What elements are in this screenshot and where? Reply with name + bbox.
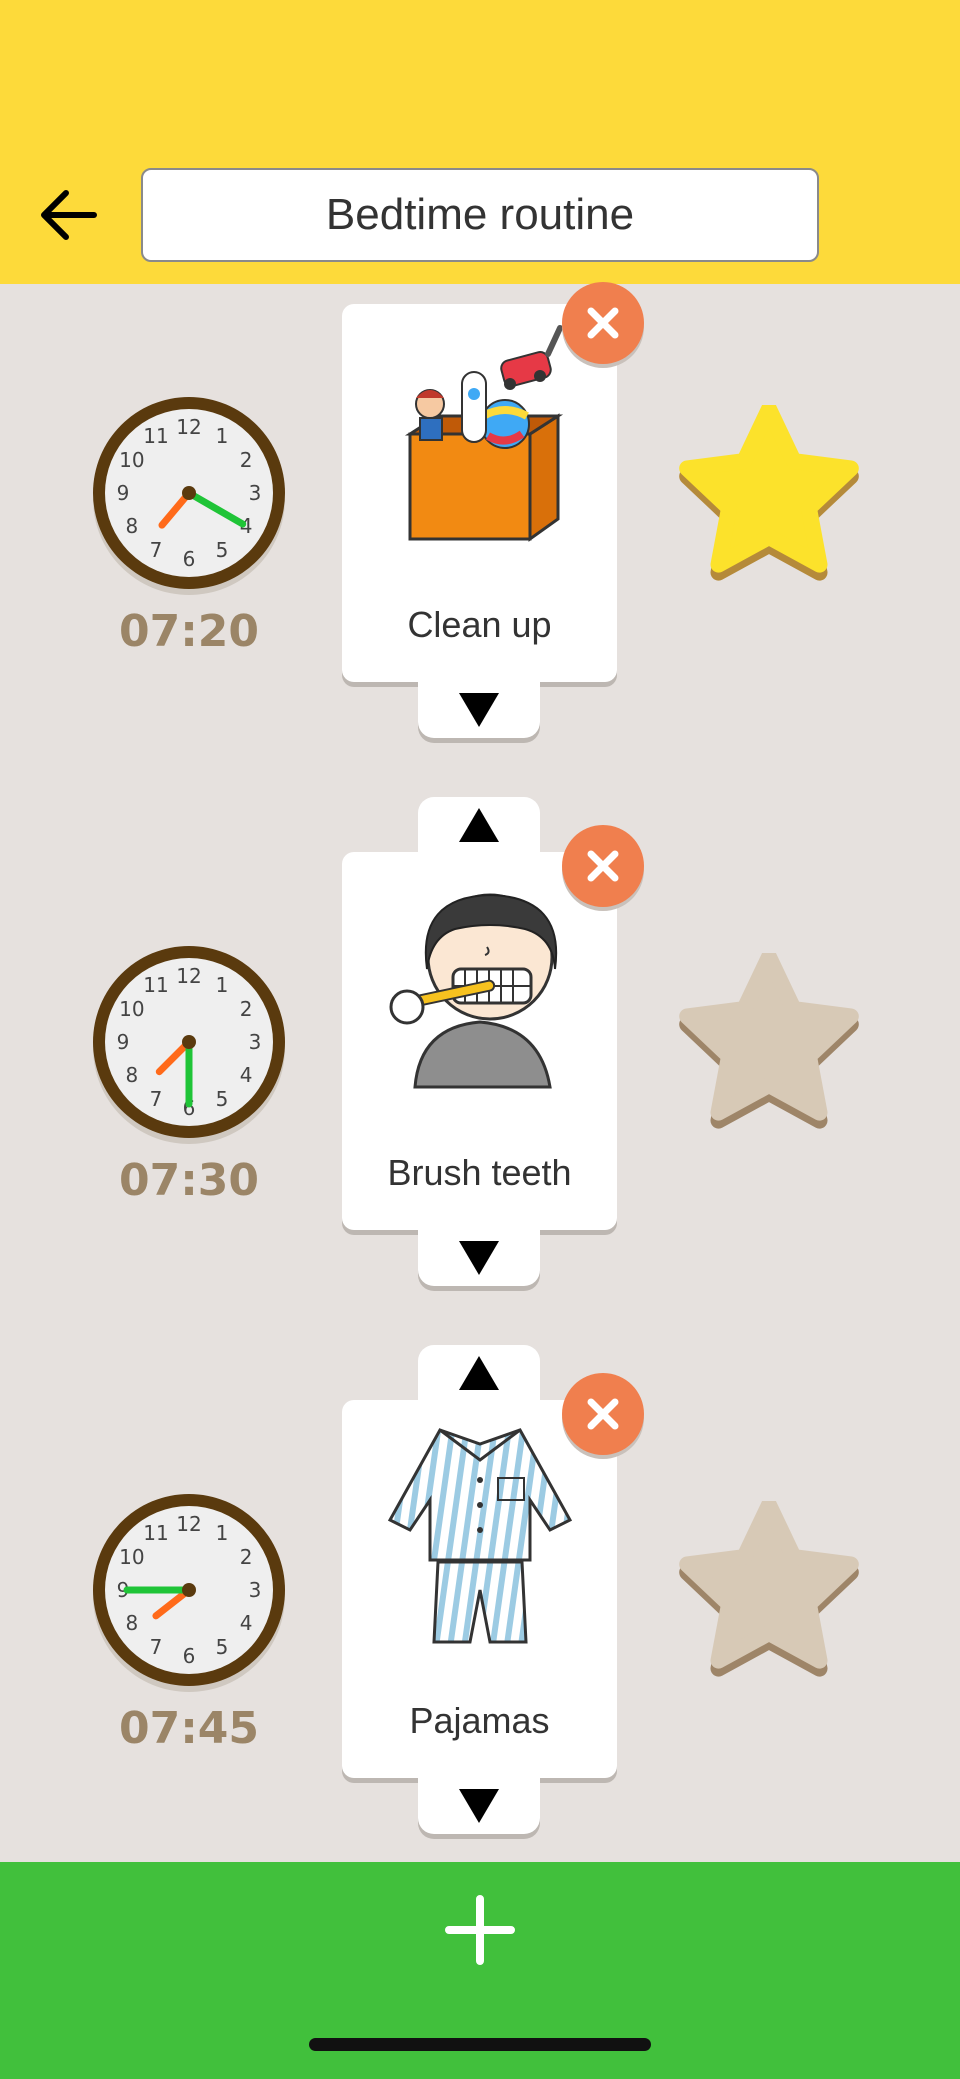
routine-item: 1 2 3 4 5 6 7 8 9 10 11 12 07:30 Brush teeth [0, 793, 960, 1286]
svg-text:7: 7 [150, 538, 163, 562]
svg-text:11: 11 [143, 424, 168, 448]
task-card[interactable]: Pajamas [342, 1400, 617, 1778]
task-label: Pajamas [409, 1700, 550, 1741]
triangle-down-icon [459, 1241, 499, 1275]
header-bar: Bedtime routine [0, 0, 960, 284]
svg-text:8: 8 [125, 1611, 138, 1635]
svg-text:12: 12 [176, 964, 201, 988]
svg-text:10: 10 [119, 448, 144, 472]
task-label: Clean up [407, 604, 552, 645]
clock-icon: 1234567891011 12 [93, 397, 285, 595]
star-icon[interactable] [678, 953, 860, 1135]
svg-text:2: 2 [240, 448, 253, 472]
svg-text:7: 7 [150, 1635, 163, 1659]
svg-text:2: 2 [240, 1545, 253, 1569]
close-icon [587, 850, 619, 882]
svg-text:11: 11 [143, 1521, 168, 1545]
svg-text:8: 8 [125, 514, 138, 538]
svg-text:1: 1 [216, 973, 229, 997]
svg-text:2: 2 [240, 997, 253, 1021]
move-up-button[interactable] [418, 797, 540, 853]
svg-text:9: 9 [117, 481, 130, 505]
remove-task-button[interactable] [562, 825, 644, 907]
star-icon[interactable] [678, 405, 860, 587]
svg-text:3: 3 [249, 481, 262, 505]
remove-task-button[interactable] [562, 282, 644, 364]
move-down-button[interactable] [418, 1230, 540, 1286]
home-indicator [309, 2038, 651, 2051]
svg-text:10: 10 [119, 997, 144, 1021]
move-up-button[interactable] [418, 1345, 540, 1401]
svg-text:4: 4 [240, 1063, 253, 1087]
svg-text:8: 8 [125, 1063, 138, 1087]
remove-task-button[interactable] [562, 1373, 644, 1455]
routine-item: 1 2 3 4 5 6 7 8 9 10 11 12 07:20 Clean u… [0, 282, 960, 738]
task-label: Brush teeth [387, 1152, 572, 1193]
svg-text:3: 3 [249, 1030, 262, 1054]
back-button[interactable] [28, 175, 108, 255]
close-icon [587, 307, 619, 339]
clock-icon: 1234567891011 12 [93, 1494, 285, 1692]
svg-text:1: 1 [216, 1521, 229, 1545]
svg-text:4: 4 [240, 1611, 253, 1635]
time-label: 07:20 [118, 606, 260, 657]
svg-text:7: 7 [150, 1087, 163, 1111]
svg-text:3: 3 [249, 1578, 262, 1602]
svg-text:6: 6 [183, 1644, 196, 1668]
arrow-left-icon [41, 190, 97, 240]
time-label: 07:45 [118, 1703, 260, 1754]
triangle-up-icon [459, 808, 499, 842]
clock-icon: 1234567891011 12 [93, 946, 285, 1144]
svg-text:11: 11 [143, 973, 168, 997]
svg-text:5: 5 [216, 538, 229, 562]
svg-text:12: 12 [176, 1512, 201, 1536]
svg-text:1: 1 [216, 424, 229, 448]
move-down-button[interactable] [418, 1778, 540, 1834]
svg-text:10: 10 [119, 1545, 144, 1569]
time-label: 07:30 [118, 1155, 260, 1206]
svg-text:6: 6 [183, 547, 196, 571]
star-icon[interactable] [678, 1501, 860, 1683]
triangle-down-icon [459, 1789, 499, 1823]
svg-text:5: 5 [216, 1635, 229, 1659]
move-down-button[interactable] [418, 682, 540, 738]
svg-text:5: 5 [216, 1087, 229, 1111]
routine-title-field[interactable]: Bedtime routine [141, 168, 819, 262]
svg-text:9: 9 [117, 1030, 130, 1054]
task-card[interactable]: Clean up [342, 304, 617, 682]
svg-text:12: 12 [176, 415, 201, 439]
triangle-down-icon [459, 693, 499, 727]
plus-icon [445, 1895, 515, 1965]
routine-item: 1 2 3 4 5 6 7 8 9 10 11 12 07:45 Pajamas [0, 1341, 960, 1834]
task-card[interactable]: Brush teeth [342, 852, 617, 1230]
triangle-up-icon [459, 1356, 499, 1390]
routine-title: Bedtime routine [325, 190, 635, 239]
close-icon [587, 1398, 619, 1430]
